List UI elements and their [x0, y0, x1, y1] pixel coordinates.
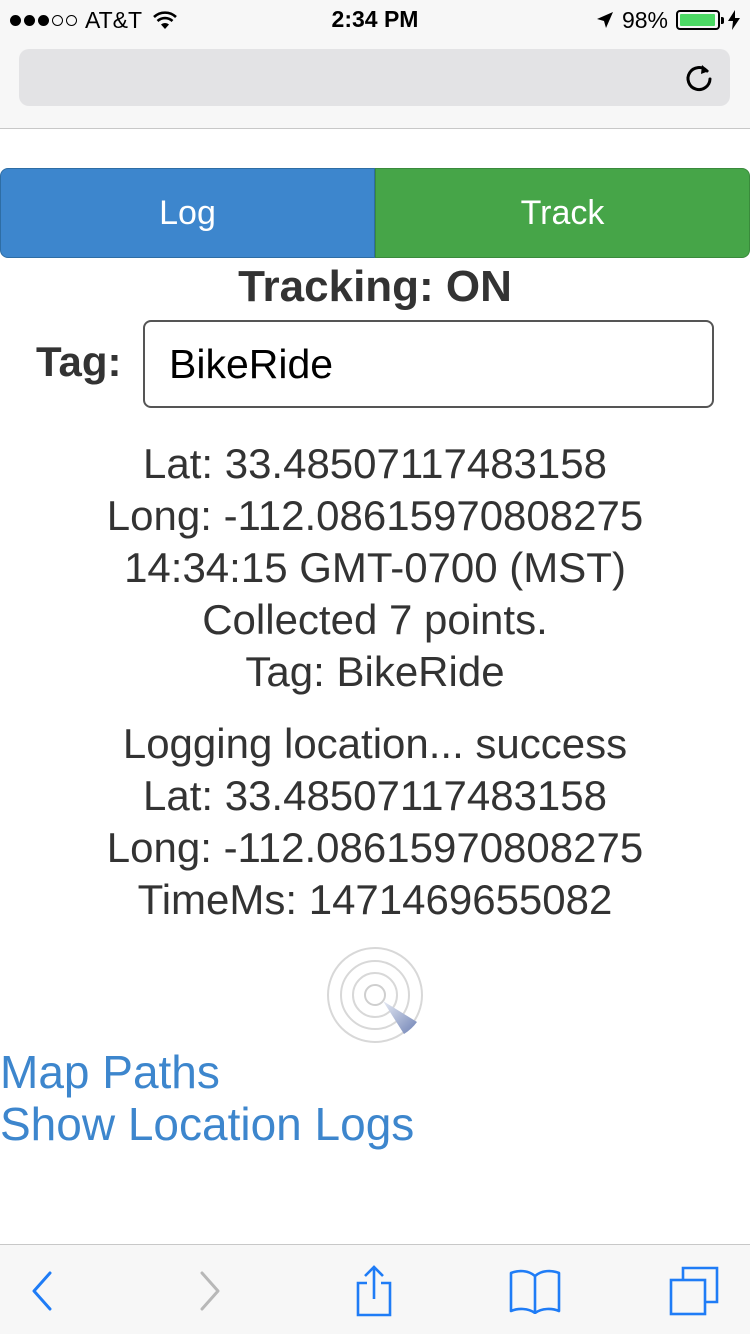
current-time: 14:34:15 GMT-0700 (MST) — [124, 544, 626, 591]
status-left: AT&T — [10, 6, 178, 34]
signal-strength-icon — [10, 14, 77, 26]
status-bar: AT&T 2:34 PM 98% — [0, 0, 750, 40]
carrier-name: AT&T — [85, 6, 143, 33]
browser-toolbar — [0, 1244, 750, 1334]
forward-button[interactable] — [180, 1265, 240, 1317]
tag-label: Tag: — [36, 338, 122, 385]
back-icon — [32, 1271, 52, 1311]
log-result-info: Logging location... success Lat: 33.4850… — [0, 718, 750, 926]
log-button[interactable]: Log — [0, 168, 375, 258]
back-button[interactable] — [12, 1265, 72, 1317]
log-lat: Lat: 33.48507117483158 — [142, 772, 607, 819]
track-button[interactable]: Track — [375, 168, 750, 258]
address-bar[interactable] — [19, 49, 730, 106]
tabs-button[interactable] — [664, 1265, 724, 1317]
current-lat: Lat: 33.48507117483158 — [142, 440, 607, 487]
location-arrow-icon — [596, 12, 613, 28]
show-location-logs-link[interactable]: Show Location Logs — [0, 1098, 750, 1150]
log-status: Logging location... success — [122, 720, 628, 767]
reload-icon[interactable] — [682, 61, 716, 95]
radar-spinner-icon — [327, 947, 423, 1043]
log-time-ms: TimeMs: 1471469655082 — [137, 876, 613, 923]
battery-icon — [676, 10, 724, 30]
bookmarks-button[interactable] — [505, 1265, 565, 1317]
current-fix-info: Lat: 33.48507117483158 Long: -112.086159… — [0, 438, 750, 698]
tag-input[interactable] — [143, 320, 714, 408]
current-tag: Tag: BikeRide — [245, 648, 505, 695]
charging-bolt-icon — [728, 10, 740, 30]
wifi-icon — [153, 11, 177, 29]
tracking-status: Tracking: ON — [238, 262, 512, 311]
mode-button-group: Log Track — [0, 168, 750, 258]
current-long: Long: -112.08615970808275 — [106, 492, 644, 539]
status-right: 98% — [596, 6, 740, 34]
browser-address-area — [0, 40, 750, 129]
collected-count: Collected 7 points. — [202, 596, 548, 643]
map-paths-link[interactable]: Map Paths — [0, 1046, 750, 1098]
battery-percent: 98% — [621, 6, 668, 33]
share-button[interactable] — [344, 1265, 404, 1317]
bookmarks-icon — [509, 1269, 561, 1314]
share-icon — [356, 1265, 392, 1317]
tag-row: Tag: — [0, 320, 750, 408]
forward-icon — [200, 1271, 220, 1311]
log-long: Long: -112.08615970808275 — [106, 824, 644, 871]
battery-level — [680, 14, 716, 26]
tabs-icon — [669, 1266, 719, 1316]
